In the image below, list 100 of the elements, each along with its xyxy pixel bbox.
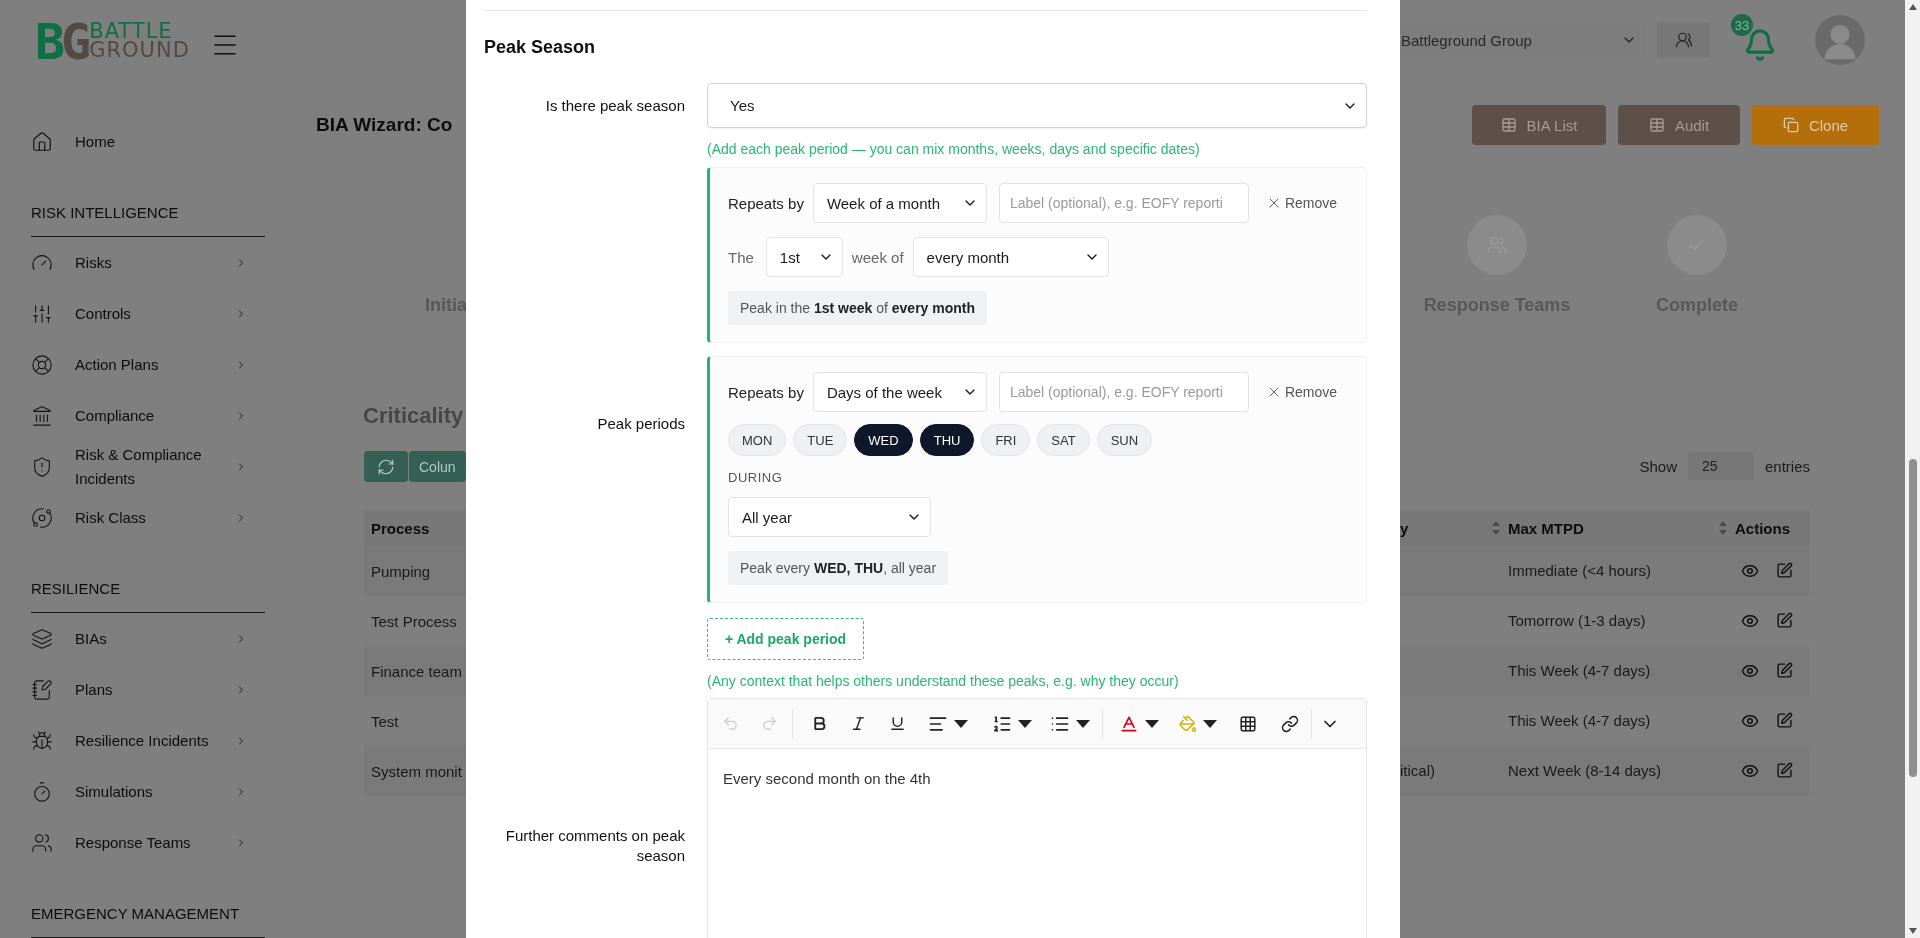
day-toggle[interactable]: SAT <box>1037 424 1090 456</box>
action-button[interactable]: Clone <box>1752 105 1879 145</box>
nav-item[interactable]: Compliance <box>31 390 262 441</box>
nav-item[interactable]: Controls <box>31 288 262 339</box>
nav-icon <box>31 353 55 376</box>
hint-text: (Any context that helps others understand these peaks, e.g. why they occur) <box>707 672 1180 690</box>
scrollbar[interactable] <box>1905 0 1920 938</box>
nav-item[interactable]: Home <box>31 116 262 167</box>
nav-item[interactable]: BIAs <box>31 613 262 664</box>
caret-icon[interactable] <box>1145 719 1159 728</box>
table-icon[interactable] <box>1239 714 1257 733</box>
nav-item[interactable]: Risks <box>31 237 262 288</box>
table-icon <box>1500 117 1517 133</box>
logo-word: GROUND <box>89 41 190 60</box>
month-select[interactable]: every month <box>912 237 1109 277</box>
hint-text: (Add each peak period — you can mix months, weeks, days and specific dates) <box>707 140 1201 158</box>
logo-mark: BG <box>35 22 88 62</box>
copy-icon <box>1782 117 1799 133</box>
scroll-thumb[interactable] <box>1908 459 1917 777</box>
view-icon[interactable] <box>1741 662 1759 680</box>
table-cell: Next Week (8-14 days) <box>1508 762 1662 779</box>
nav-item[interactable]: Response Teams <box>31 817 262 868</box>
caret-icon[interactable] <box>1076 719 1090 728</box>
link-icon[interactable] <box>1281 714 1299 733</box>
table-icon <box>1648 117 1665 133</box>
repeats-select[interactable]: Days of the week <box>812 372 987 412</box>
table-cell: This Week (4-7 days) <box>1508 662 1651 679</box>
field-label: Further comments on peak season <box>504 826 685 866</box>
users-icon[interactable] <box>1657 22 1710 58</box>
nav-item[interactable]: Simulations <box>31 766 262 817</box>
nav-item[interactable]: Resilience Incidents <box>31 715 262 766</box>
during-select[interactable]: All year <box>728 497 931 537</box>
nav-icon <box>31 506 55 529</box>
table-cell: System monit <box>371 762 462 780</box>
column-header: Actions <box>1735 519 1790 537</box>
day-toggle[interactable]: MON <box>728 424 787 456</box>
table-cell: This Week (4-7 days) <box>1508 712 1651 729</box>
view-icon[interactable] <box>1741 612 1759 630</box>
repeats-select[interactable]: Week of a month <box>812 183 987 223</box>
day-toggle[interactable]: FRI <box>981 424 1031 456</box>
table-cell: Pumping <box>371 562 431 580</box>
view-icon[interactable] <box>1741 562 1759 580</box>
nav-item[interactable]: Plans <box>31 664 262 715</box>
field-label: Repeats by <box>728 383 804 401</box>
nav-item[interactable]: Risk Class <box>31 492 262 543</box>
page-title: BIA Wizard: Co <box>316 113 453 137</box>
label-field[interactable]: Label (optional), e.g. EOFY reporti <box>998 372 1249 412</box>
edit-icon[interactable] <box>1776 562 1793 580</box>
section-title: RISK INTELLIGENCE <box>31 167 265 237</box>
bold-icon[interactable] <box>811 715 828 732</box>
notification-badge: 33 <box>1731 14 1753 36</box>
edit-icon[interactable] <box>1776 762 1793 780</box>
entries-label: entries <box>1764 457 1810 475</box>
section-title: RESILIENCE <box>31 543 265 613</box>
section-heading: Criticality <box>363 402 464 430</box>
column-header[interactable]: y <box>1400 519 1409 537</box>
edit-icon[interactable] <box>1776 612 1793 630</box>
week-select[interactable]: 1st <box>765 237 843 277</box>
caret-icon[interactable] <box>1018 719 1032 728</box>
edit-icon[interactable] <box>1776 712 1793 730</box>
day-toggle[interactable]: TUE <box>793 424 848 456</box>
action-button[interactable]: Audit <box>1618 105 1740 145</box>
nav-item[interactable]: Risk & Compliance Incidents <box>31 441 262 492</box>
underline-icon[interactable] <box>889 715 906 732</box>
remove-button[interactable]: Remove <box>1265 384 1338 400</box>
table-cell: Tomorrow (1-3 days) <box>1508 612 1646 629</box>
nav-icon <box>31 678 55 701</box>
peak-season-select[interactable]: Yes <box>707 83 1367 128</box>
view-icon[interactable] <box>1741 712 1759 730</box>
day-toggle[interactable]: SUN <box>1096 424 1153 456</box>
column-header[interactable]: Max MTPD <box>1508 519 1584 537</box>
nav-icon <box>31 627 55 650</box>
edit-icon[interactable] <box>1776 662 1793 680</box>
day-toggle[interactable]: WED <box>854 424 913 456</box>
italic-icon[interactable] <box>850 715 867 732</box>
label-field[interactable]: Label (optional), e.g. EOFY reporti <box>998 183 1249 223</box>
refresh-button[interactable] <box>364 451 408 482</box>
action-button[interactable]: BIA List <box>1472 105 1606 145</box>
caret-icon[interactable] <box>1203 719 1217 728</box>
field-label: Repeats by <box>728 194 804 212</box>
day-toggle[interactable]: THU <box>919 424 975 456</box>
nav-icon <box>31 831 55 854</box>
table-cell: Test <box>371 712 399 730</box>
view-icon[interactable] <box>1741 762 1759 780</box>
page-size-field[interactable]: 25 <box>1687 452 1754 480</box>
nav-icon <box>31 729 55 752</box>
scroll-up-icon[interactable] <box>1908 4 1917 10</box>
scroll-down-icon[interactable] <box>1908 928 1917 934</box>
field-label: The <box>728 248 754 266</box>
remove-button[interactable]: Remove <box>1265 195 1338 211</box>
columns-button[interactable]: Colun <box>409 451 466 482</box>
show-label: Show <box>1639 457 1677 475</box>
add-period-button[interactable]: + Add peak period <box>707 618 864 660</box>
field-label: week of <box>851 248 904 266</box>
caret-icon[interactable] <box>954 719 968 728</box>
nav-item[interactable]: Action Plans <box>31 339 262 390</box>
field-label: DURING <box>728 470 783 486</box>
modal-title: Peak Season <box>484 36 596 58</box>
logo-word: BATTLE <box>89 22 173 41</box>
comments-field[interactable]: Every second month on the 4th <box>708 749 1366 938</box>
